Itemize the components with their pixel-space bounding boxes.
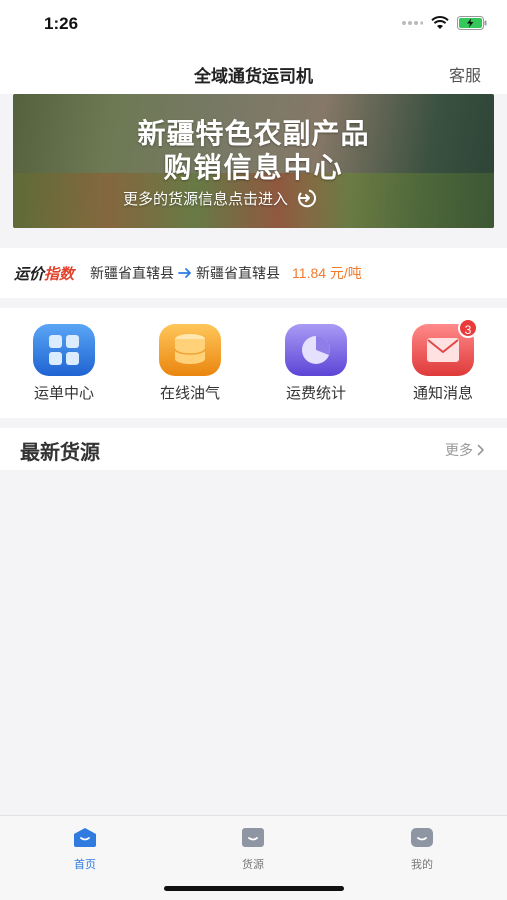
price-route: 新疆省直辖县 新疆省直辖县: [90, 263, 280, 283]
grid-icon: [33, 324, 95, 376]
customer-service-button[interactable]: 客服: [449, 62, 481, 86]
tab-label: 首页: [74, 859, 96, 871]
price-index-row[interactable]: 运价指数 新疆省直辖县 新疆省直辖县 11.84 元/吨: [0, 248, 507, 298]
action-notifications[interactable]: 3 通知消息: [393, 318, 493, 403]
fuel-tank-icon: [159, 324, 221, 376]
tab-cargo[interactable]: 货源: [213, 826, 293, 872]
tab-label: 我的: [411, 859, 433, 871]
arrow-right-icon: [178, 268, 191, 278]
tab-mine[interactable]: 我的: [382, 826, 462, 872]
battery-charging-icon: [457, 16, 487, 30]
route-destination: 新疆省直辖县: [196, 265, 281, 281]
banner-cta-label: 更多的货源信息点击进入: [123, 190, 289, 208]
action-freight-stats[interactable]: 运费统计: [266, 324, 366, 403]
section-title: 最新货源: [20, 442, 100, 464]
action-label: 在线油气: [159, 385, 220, 402]
action-label: 运费统计: [285, 385, 346, 402]
home-indicator: [164, 886, 344, 891]
promo-banner[interactable]: 新疆特色农副产品 购销信息中心 更多的货源信息点击进入: [13, 94, 494, 228]
signal-icon: [402, 21, 423, 25]
profile-icon: [411, 828, 433, 847]
status-time: 1:26: [44, 14, 79, 33]
mail-icon: 3: [412, 318, 478, 376]
action-online-fuel[interactable]: 在线油气: [140, 324, 240, 403]
cargo-icon: [242, 828, 264, 847]
chevron-right-icon: [477, 444, 484, 456]
nav-bar: 全域通货运司机 客服: [0, 50, 507, 94]
latest-cargo-header: 最新货源 更多: [0, 428, 507, 470]
pie-chart-icon: [285, 324, 347, 376]
price-index-logo: 运价指数: [14, 265, 75, 283]
status-bar: 1:26: [0, 0, 507, 50]
enter-arrow-icon: [298, 189, 316, 208]
route-price: 11.84 元/吨: [292, 265, 362, 281]
action-waybill-center[interactable]: 运单中心: [14, 324, 114, 403]
route-origin: 新疆省直辖县: [90, 265, 175, 281]
quick-actions: 运单中心 在线油气 运费统计 3 通知消息: [0, 308, 507, 418]
action-label: 运单中心: [33, 385, 94, 402]
status-icons: [401, 16, 487, 30]
action-label: 通知消息: [412, 385, 473, 402]
tab-home[interactable]: 首页: [45, 826, 125, 872]
banner-subheadline: 购销信息中心: [163, 152, 344, 183]
more-link[interactable]: 更多: [445, 440, 485, 460]
home-icon: [74, 828, 96, 847]
banner-cta[interactable]: 更多的货源信息点击进入: [123, 187, 318, 209]
wifi-icon: [431, 16, 449, 29]
page-title: 全域通货运司机: [194, 67, 313, 86]
notification-badge: 3: [458, 318, 478, 338]
tab-label: 货源: [242, 859, 264, 871]
